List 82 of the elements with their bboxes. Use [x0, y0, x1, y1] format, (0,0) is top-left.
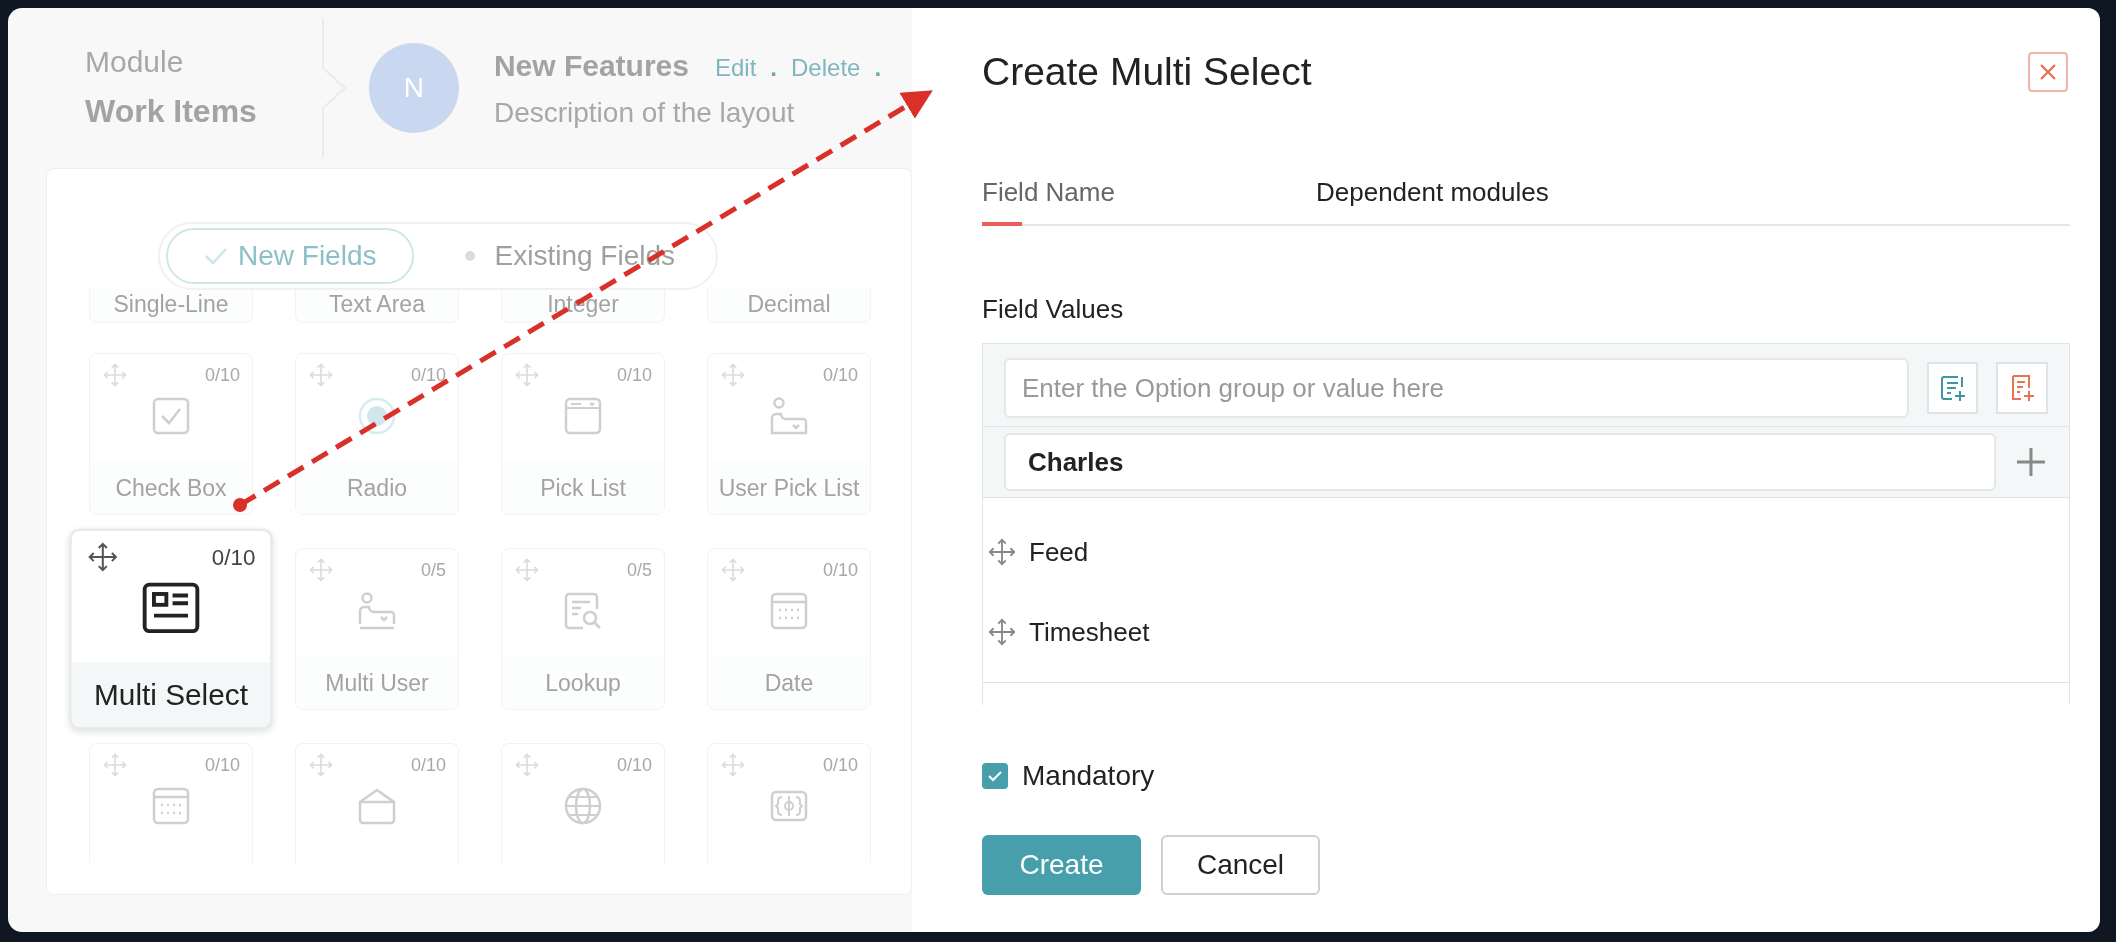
usage-count: 0/10 [410, 754, 446, 777]
field-values-label: Field Values [982, 293, 1125, 326]
add-group-button[interactable] [1926, 362, 1979, 414]
user-tray-icon [357, 591, 397, 631]
layout-name: New Features [493, 47, 689, 84]
usage-count: 0/10 [616, 754, 652, 777]
calendar-icon [151, 786, 191, 826]
globe-icon [563, 786, 603, 826]
create-button[interactable]: Create [982, 835, 1141, 895]
user-card-icon [769, 396, 809, 436]
tile-label: Multi Select [71, 662, 271, 727]
field-tile[interactable]: 0/10 [707, 743, 871, 863]
document-search-icon [563, 591, 603, 631]
mandatory-label: Mandatory [1022, 759, 1155, 793]
move-icon [102, 752, 128, 778]
dot-icon [464, 250, 477, 262]
field-tile[interactable]: Text Area [295, 289, 459, 323]
usage-count: 0/10 [410, 364, 446, 387]
radio-icon [357, 396, 397, 436]
usage-count: 0/10 [822, 754, 858, 777]
usage-count: 0/10 [822, 364, 858, 387]
field-tile[interactable]: 0/10 Multi Select [69, 528, 273, 730]
checkbox-icon [151, 396, 191, 436]
field-name-value[interactable]: Dependent modules [1316, 173, 1549, 224]
field-tile[interactable]: 0/10 [89, 743, 253, 863]
usage-count: 0/5 [626, 559, 652, 582]
usage-count: 0/10 [211, 543, 256, 572]
move-icon [514, 557, 540, 583]
usage-count: 0/10 [616, 364, 652, 387]
action-link[interactable]: Edit [715, 49, 757, 86]
field-tile[interactable]: 0/10 Pick List [501, 353, 665, 515]
mandatory-checkbox[interactable] [982, 763, 1008, 789]
dropdown-window-icon [563, 396, 603, 436]
field-tile[interactable]: Single-Line [89, 289, 253, 323]
move-icon [86, 540, 119, 574]
move-icon [720, 557, 746, 583]
move-icon [514, 752, 540, 778]
add-value-button[interactable] [1996, 362, 2048, 414]
field-tile[interactable]: 0/10 Check Box [89, 353, 253, 515]
dialog-title: Create Multi Select [982, 49, 1312, 95]
separator-dot: . [874, 52, 882, 83]
toggle-tab[interactable]: New Fields [166, 228, 415, 284]
close-button[interactable] [2028, 52, 2068, 92]
field-tile[interactable]: 0/10 [501, 743, 665, 863]
option-input[interactable]: Enter the Option group or value here [1004, 358, 1909, 418]
check-icon [204, 246, 228, 266]
field-name-label: Field Name [982, 176, 1116, 209]
add-icon[interactable] [2014, 445, 2048, 479]
move-icon [308, 752, 334, 778]
calendar-icon [769, 591, 809, 631]
module-name: Work Items [85, 92, 257, 131]
move-icon [987, 537, 1017, 567]
move-icon [308, 557, 334, 583]
usage-count: 0/10 [204, 754, 240, 777]
envelope-icon [357, 786, 397, 826]
move-icon [720, 362, 746, 388]
close-icon [2038, 62, 2058, 82]
move-icon [514, 362, 540, 388]
option-group-field[interactable]: Charles [1004, 433, 1997, 491]
field-tile[interactable]: 0/10 Radio [295, 353, 459, 515]
option-item[interactable]: Feed [1029, 532, 1089, 572]
action-link[interactable]: Delete [791, 49, 861, 86]
field-tile[interactable]: 0/10 [295, 743, 459, 863]
move-icon [102, 362, 128, 388]
layout-description: Description of the layout [493, 95, 796, 130]
field-tile[interactable]: 0/10 Date [707, 548, 871, 710]
usage-count: 0/10 [822, 559, 858, 582]
usage-count: 0/5 [420, 559, 446, 582]
check-icon [987, 769, 1003, 783]
option-item[interactable]: Timesheet [1029, 612, 1150, 652]
move-icon [987, 617, 1017, 647]
separator-dot: . [770, 52, 777, 83]
field-tile[interactable]: 0/10 User Pick List [707, 353, 871, 515]
module-label: Module [85, 44, 185, 80]
field-tile[interactable]: 0/5 Multi User [295, 548, 459, 710]
move-icon [308, 362, 334, 388]
cancel-button[interactable]: Cancel [1161, 835, 1320, 895]
usage-count: 0/10 [204, 364, 240, 387]
field-tile[interactable]: 0/5 Lookup [501, 548, 665, 710]
field-tile[interactable]: Decimal [707, 289, 871, 323]
active-field-indicator [982, 222, 1022, 226]
move-icon [720, 752, 746, 778]
